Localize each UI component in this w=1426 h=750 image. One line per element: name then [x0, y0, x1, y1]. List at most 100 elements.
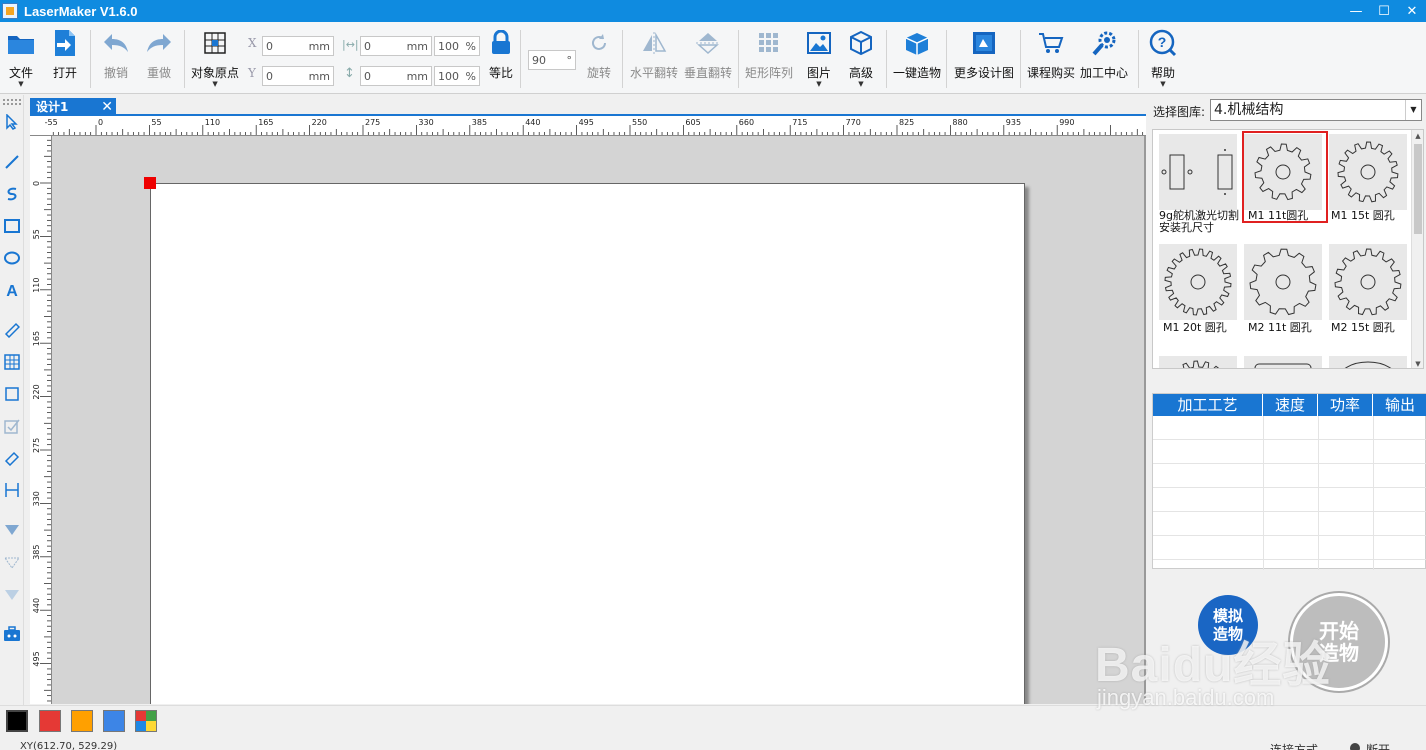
- lock-ratio-button[interactable]: 等比: [486, 28, 516, 81]
- color-swatch-red[interactable]: [39, 710, 61, 732]
- rotate-angle-field[interactable]: 90 °: [528, 50, 576, 70]
- align-tool[interactable]: [2, 479, 22, 501]
- rectangle-tool[interactable]: [2, 215, 22, 237]
- flip-vertical-button[interactable]: 垂直翻转: [684, 28, 732, 81]
- close-tab-icon[interactable]: ✕: [101, 98, 113, 116]
- horizontal-ruler: -55 0 55 110 165 220 275 330 385 440 495 550 605 660 7…: [30, 116, 1146, 136]
- x-position-field[interactable]: 0 mm: [262, 36, 334, 56]
- help-button[interactable]: ? 帮助 ▼: [1148, 28, 1178, 88]
- ruler-label: 275: [365, 118, 380, 127]
- toolbar-divider: [622, 30, 623, 88]
- gallery-item-partial[interactable]: [1329, 356, 1407, 368]
- ruler-label: 220: [312, 118, 327, 127]
- width-field[interactable]: 0 mm: [360, 36, 432, 56]
- close-button[interactable]: ✕: [1398, 0, 1426, 22]
- redo-icon: [144, 28, 174, 58]
- frame-tool[interactable]: [2, 383, 22, 405]
- layer-merge-tool[interactable]: [2, 583, 22, 605]
- layer-icon: [5, 590, 19, 600]
- origin-marker[interactable]: [144, 177, 156, 189]
- more-designs-button[interactable]: 更多设计图: [954, 28, 1014, 81]
- column-divider: [1318, 416, 1319, 570]
- align-icon: [5, 483, 19, 497]
- minimize-button[interactable]: —: [1342, 0, 1370, 22]
- table-row[interactable]: [1153, 440, 1426, 464]
- maximize-button[interactable]: ☐: [1370, 0, 1398, 22]
- gallery-caption: 9g舵机激光切割安装孔尺寸: [1159, 209, 1239, 234]
- image-button[interactable]: 图片 ▼: [804, 28, 834, 88]
- header-process: 加工工艺: [1153, 394, 1263, 416]
- eraser-tool[interactable]: [2, 447, 22, 469]
- layer-icon: [4, 557, 20, 569]
- layer-up-tool[interactable]: [2, 551, 22, 573]
- color-swatch-multi[interactable]: [135, 710, 157, 732]
- tab-design1[interactable]: 设计1 ✕: [30, 98, 116, 116]
- color-swatch-orange[interactable]: [71, 710, 93, 732]
- curve-tool[interactable]: [2, 183, 22, 205]
- one-click-make-button[interactable]: 一键造物: [893, 28, 941, 81]
- color-swatch-blue[interactable]: [103, 710, 125, 732]
- gallery-item-partial[interactable]: [1244, 356, 1322, 368]
- height-percent-field[interactable]: 100%: [434, 66, 480, 86]
- scrollbar-thumb[interactable]: [1414, 144, 1422, 234]
- library-select[interactable]: 4.机械结构 ▼: [1210, 99, 1422, 121]
- line-tool[interactable]: [2, 151, 22, 173]
- workpiece-area[interactable]: [150, 183, 1025, 704]
- gallery-caption: M1 20t 圆孔: [1163, 321, 1227, 334]
- gear-15t-icon: [1334, 248, 1402, 316]
- gallery-item-m2-11t[interactable]: [1244, 244, 1322, 320]
- table-row[interactable]: [1153, 536, 1426, 560]
- ruler-label: 550: [632, 118, 647, 127]
- object-origin-button[interactable]: 对象原点 ▼: [191, 28, 239, 88]
- gear-15t-icon: [1337, 141, 1399, 203]
- color-swatch-black[interactable]: [6, 710, 28, 732]
- flip-horizontal-button[interactable]: 水平翻转: [630, 28, 678, 81]
- gallery-item-m1-15t[interactable]: [1329, 134, 1407, 210]
- frame-icon: [5, 387, 19, 401]
- table-row[interactable]: [1153, 488, 1426, 512]
- undo-button[interactable]: 撤销: [101, 28, 131, 81]
- connection-state: 断开: [1366, 743, 1391, 750]
- layer-down-tool[interactable]: [2, 519, 22, 541]
- table-row[interactable]: [1153, 464, 1426, 488]
- measure-tool[interactable]: [2, 319, 22, 341]
- gallery-item-partial[interactable]: [1159, 356, 1237, 368]
- y-position-field[interactable]: 0 mm: [262, 66, 334, 86]
- file-button[interactable]: 文件 ▼: [6, 28, 36, 88]
- ellipse-tool[interactable]: [2, 247, 22, 269]
- scroll-up-icon[interactable]: ▲: [1412, 130, 1423, 142]
- open-button[interactable]: 打开: [50, 28, 80, 81]
- table-row[interactable]: [1153, 416, 1426, 440]
- rotate-icon: [584, 28, 614, 58]
- scroll-down-icon[interactable]: ▼: [1412, 358, 1423, 368]
- table-row[interactable]: [1153, 512, 1426, 536]
- redo-button[interactable]: 重做: [144, 28, 174, 81]
- ruler-label: 220: [32, 384, 41, 399]
- height-field[interactable]: 0 mm: [360, 66, 432, 86]
- table-tool[interactable]: [2, 351, 22, 373]
- connection-status-icon: [1350, 743, 1360, 750]
- simulate-button[interactable]: 模拟 造物: [1198, 595, 1258, 655]
- flip-horizontal-icon: [639, 28, 669, 58]
- gallery-item-m1-20t[interactable]: [1159, 244, 1237, 320]
- rectangle-array-button[interactable]: 矩形阵列: [745, 28, 793, 81]
- gallery-item-servo[interactable]: [1159, 134, 1237, 210]
- toolbox-icon: [4, 626, 20, 641]
- process-center-button[interactable]: 加工中心: [1080, 28, 1128, 81]
- buy-course-button[interactable]: 课程购买: [1027, 28, 1075, 81]
- flip-vertical-icon: [693, 28, 723, 58]
- select-tool[interactable]: [2, 111, 22, 133]
- ruler-label: 495: [579, 118, 594, 127]
- gallery-scrollbar[interactable]: ▲ ▼: [1411, 130, 1423, 368]
- toolbox-tool[interactable]: [2, 623, 22, 645]
- advanced-button[interactable]: 高级 ▼: [846, 28, 876, 88]
- rotate-button[interactable]: 旋转: [584, 28, 614, 81]
- text-tool[interactable]: A: [2, 279, 22, 301]
- edit-node-tool[interactable]: [2, 415, 22, 437]
- start-making-button[interactable]: 开始 造物: [1290, 593, 1388, 691]
- ruler-label: 330: [32, 491, 41, 506]
- gallery-item-m2-15t[interactable]: [1329, 244, 1407, 320]
- design-canvas[interactable]: [52, 136, 1146, 704]
- eraser-icon: [4, 451, 20, 466]
- width-percent-field[interactable]: 100%: [434, 36, 480, 56]
